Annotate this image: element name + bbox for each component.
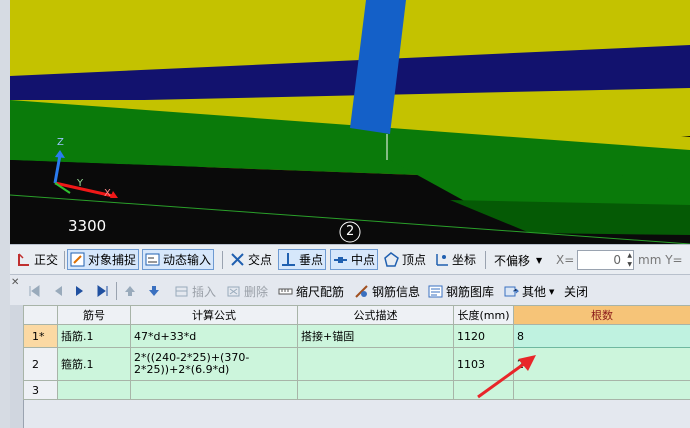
axis-y-label: Y [77,178,84,189]
delete-label: 删除 [244,285,269,299]
move-down-icon[interactable] [148,285,160,297]
column-header[interactable]: 计算公式 [130,305,298,325]
rebar-info-icon [354,284,369,299]
vertex-label: 顶点 [402,253,427,267]
midpoint-toggle[interactable]: 中点 [330,249,379,270]
dynamic-input-label: 动态输入 [163,253,212,267]
table-row[interactable]: 1* 插筋.1 47*d+33*d 搭接+锚固 1120 8 [23,324,690,348]
row-number[interactable]: 2 [23,347,58,381]
model-scene [10,0,690,244]
formula-cell[interactable]: 47*d+33*d [130,324,298,348]
intersection-toggle[interactable]: 交点 [230,249,272,270]
intersection-icon [230,252,245,267]
first-record-icon[interactable] [28,285,40,297]
description-cell[interactable]: 搭接+锚固 [297,324,454,348]
other-menu-icon [504,284,520,299]
dynamic-input-icon [145,252,160,267]
coordinate-value: 3300 [68,217,107,235]
formula-cell[interactable] [130,380,298,400]
table-header-row: 筋号 计算公式 公式描述 长度(mm) 根数 [23,305,690,325]
coordinate-toggle[interactable]: 坐标 [434,249,476,270]
object-snap-label: 对象捕捉 [88,253,137,267]
3d-viewport[interactable]: Z Y X 3300 2 [10,0,690,244]
spinner-arrows-icon[interactable]: ▲ ▼ [627,251,632,269]
axis-marker-label: 2 [346,224,355,239]
column-header[interactable]: 公式描述 [297,305,454,325]
rebar-info-label: 钢筋信息 [372,285,421,299]
delete-row-icon [226,284,241,299]
intersection-label: 交点 [248,253,273,267]
unit-label: mm Y= [638,252,683,267]
delete-button[interactable]: 删除 [226,281,268,302]
insert-label: 插入 [192,285,217,299]
formula-cell[interactable]: 2*((240-2*25)+(370-2*25))+2*(6.9*d) [130,347,298,381]
offset-mode-select[interactable]: 不偏移 ▼ [491,250,551,270]
ortho-icon [16,252,31,267]
offset-mode-value: 不偏移 [494,253,531,268]
toolbar-separator [116,282,117,300]
column-header[interactable]: 筋号 [57,305,131,325]
perpendicular-icon [281,252,296,267]
perpendicular-label: 垂点 [299,253,324,267]
vertex-icon [384,252,399,267]
insert-row-icon [174,284,189,299]
chevron-down-icon: ▼ [549,287,555,296]
midpoint-label: 中点 [351,253,376,267]
ruler-icon [278,284,293,299]
rebar-library-button[interactable]: 钢筋图库 [428,281,494,302]
scale-rebar-button[interactable]: 缩尺配筋 [278,281,344,302]
table-row[interactable]: 2 箍筋.1 2*((240-2*25)+(370-2*25))+2*(6.9*… [23,347,690,381]
description-cell[interactable] [297,380,454,400]
move-up-icon[interactable] [124,285,136,297]
other-menu-label: 其他 [522,285,547,299]
scale-rebar-label: 缩尺配筋 [296,285,345,299]
perpendicular-toggle[interactable]: 垂点 [278,249,327,270]
table-row[interactable]: 3 [23,380,690,400]
object-snap-icon [70,252,85,267]
row-number[interactable]: 1* [23,324,58,348]
rebar-name-cell[interactable]: 插筋.1 [57,324,131,348]
x-coordinate-input[interactable]: 0 ▲ ▼ [577,250,634,270]
description-cell[interactable] [297,347,454,381]
x-label: X= [556,252,575,267]
chevron-down-icon: ▼ [536,255,543,265]
ortho-toggle[interactable]: 正交 [16,249,58,270]
annotation-arrow [477,355,536,399]
ortho-label: 正交 [34,253,59,267]
rebar-info-button[interactable]: 钢筋信息 [354,281,420,302]
corner-header [23,305,58,325]
toolbar-separator [222,251,223,269]
rebar-name-cell[interactable]: 箍筋.1 [57,347,131,381]
toolbar-separator [485,251,486,269]
axis-z-label: Z [57,137,64,148]
rebar-panel: ✕ 插入 删除 缩尺配筋 钢筋信息 钢筋图库 其他 ▼ 关闭 筋号 计算公式 公… [10,275,690,428]
vertex-toggle[interactable]: 顶点 [384,249,426,270]
coordinate-label: 坐标 [452,253,477,267]
column-header[interactable]: 长度(mm) [453,305,514,325]
rebar-table: 筋号 计算公式 公式描述 长度(mm) 根数 1* 插筋.1 47*d+33*d… [23,305,690,400]
axis-x-label: X [104,188,111,199]
rebar-library-icon [428,284,443,299]
dynamic-input-toggle[interactable]: 动态输入 [142,249,215,270]
row-number[interactable]: 3 [23,380,58,400]
rebar-library-label: 钢筋图库 [446,285,495,299]
other-menu-button[interactable]: 其他 ▼ [504,281,554,302]
insert-button[interactable]: 插入 [174,281,216,302]
prev-record-icon[interactable] [52,285,64,297]
close-panel-button[interactable]: 关闭 [564,281,588,302]
x-coordinate-value: 0 [613,253,621,267]
panel-toolbar: 插入 删除 缩尺配筋 钢筋信息 钢筋图库 其他 ▼ 关闭 [10,278,690,305]
next-record-icon[interactable] [74,285,86,297]
object-snap-toggle[interactable]: 对象捕捉 [67,249,140,270]
midpoint-icon [333,252,348,267]
toolbar-separator [64,251,65,269]
rebar-name-cell[interactable] [57,380,131,400]
snap-toolbar: 正交 对象捕捉 动态输入 交点 垂点 中点 顶点 坐标 不偏移 ▼ X= 0 ▲… [10,244,690,275]
column-header[interactable]: 根数 [513,305,690,325]
coordinate-icon [434,252,449,267]
close-label: 关闭 [564,285,589,299]
row-indicator-bar [10,305,24,428]
last-record-icon[interactable] [97,285,109,297]
